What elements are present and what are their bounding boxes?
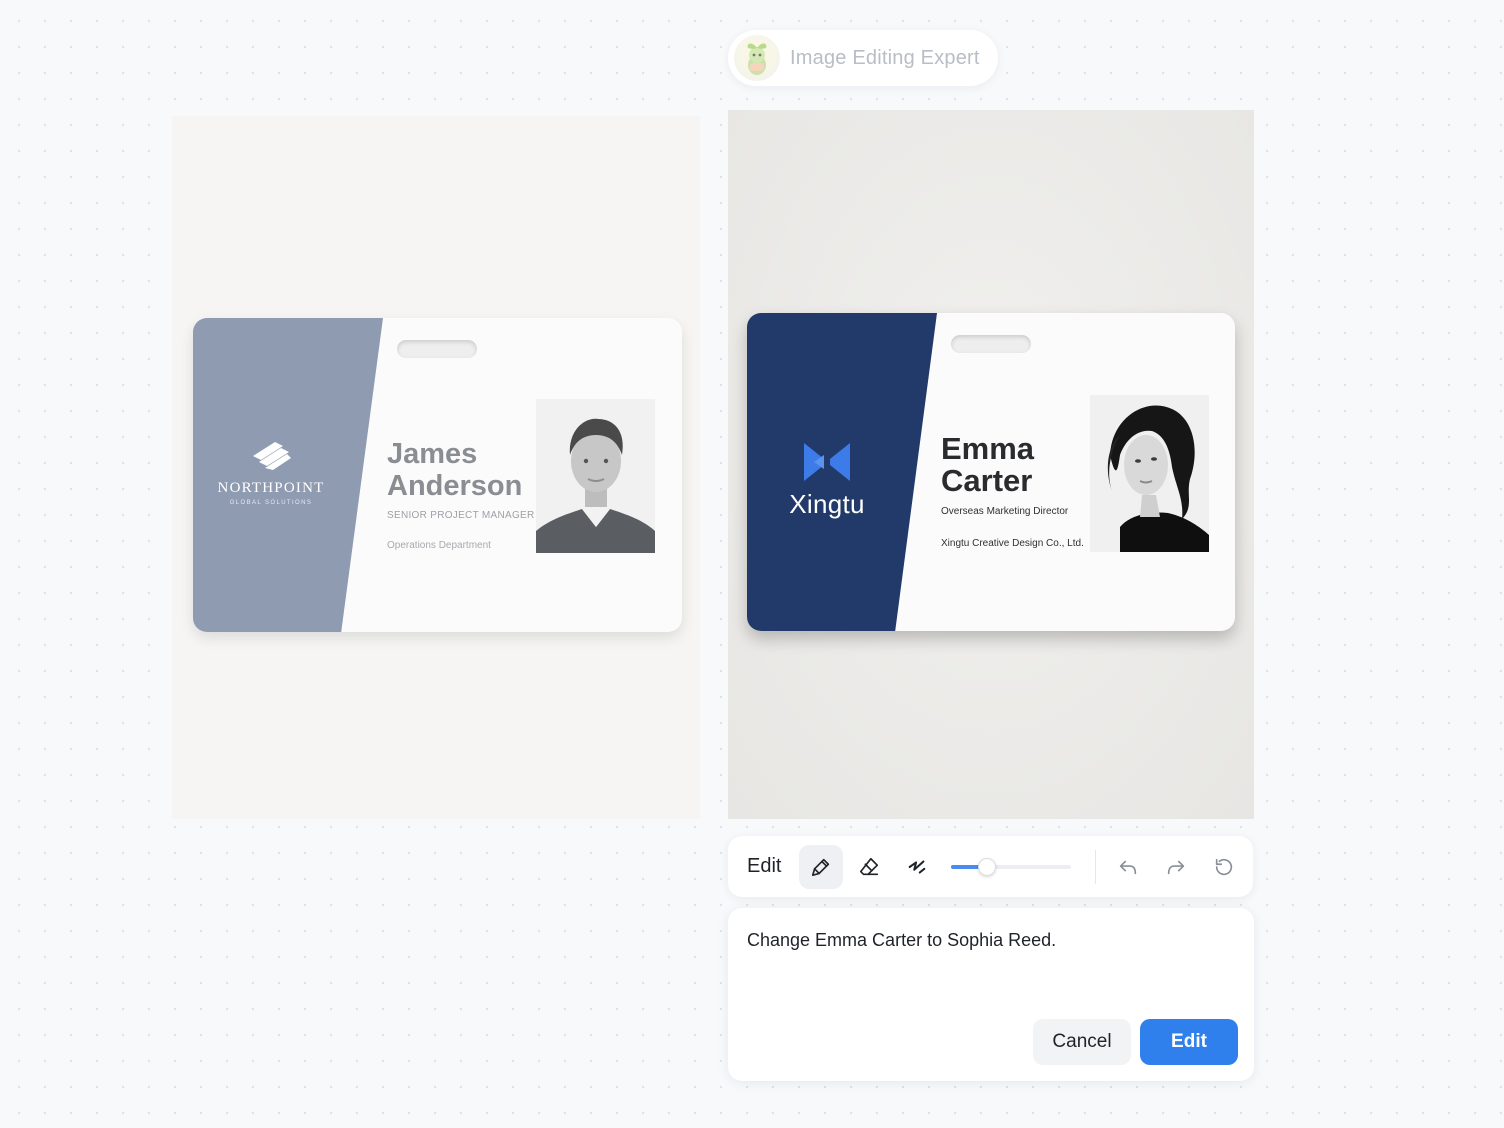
badge-name: Emma Carter — [941, 433, 1034, 497]
original-image-panel: NORTHPOINT GLOBAL SOLUTIONS James Anders… — [172, 116, 700, 819]
toolbar-divider — [1095, 849, 1096, 884]
undo-button[interactable] — [1106, 845, 1150, 889]
original-id-badge: NORTHPOINT GLOBAL SOLUTIONS James Anders… — [193, 318, 682, 632]
last-name: Carter — [941, 463, 1033, 498]
edit-toolbar: Edit — [728, 836, 1253, 897]
eraser-icon — [859, 857, 879, 875]
eraser-button[interactable] — [847, 845, 891, 889]
edit-submit-button[interactable]: Edit — [1140, 1019, 1238, 1065]
edit-prompt-panel: Change Emma Carter to Sophia Reed. Cance… — [728, 908, 1254, 1081]
undo-icon — [1119, 860, 1137, 874]
prompt-input[interactable]: Change Emma Carter to Sophia Reed. — [747, 930, 1056, 951]
stroke-size-button[interactable] — [895, 845, 939, 889]
company-name: NORTHPOINT — [217, 480, 325, 496]
portrait-photo-male — [536, 399, 655, 553]
brush-icon — [811, 858, 830, 876]
edited-image-panel[interactable]: Xingtu Emma Carter Overseas Marketing Di… — [728, 110, 1254, 819]
lanyard-slot — [397, 340, 477, 358]
job-title: Overseas Marketing Director — [941, 506, 1069, 517]
company-tagline: GLOBAL SOLUTIONS — [229, 500, 313, 506]
xingtu-mark-icon — [804, 443, 850, 481]
department: Operations Department — [387, 540, 491, 551]
reset-icon — [1215, 858, 1233, 875]
cancel-button[interactable]: Cancel — [1033, 1019, 1131, 1065]
lanyard-slot — [951, 335, 1031, 353]
toolbar-title: Edit — [747, 855, 782, 877]
xingtu-logo: Xingtu — [777, 441, 877, 520]
first-name: James — [387, 438, 478, 470]
slider-thumb[interactable] — [978, 857, 996, 876]
agent-name: Image Editing Expert — [790, 46, 980, 69]
redo-button[interactable] — [1154, 845, 1198, 889]
brush-button[interactable] — [799, 844, 843, 889]
job-title: SENIOR PROJECT MANAGER — [387, 510, 535, 521]
redo-icon — [1167, 860, 1185, 874]
agent-chip[interactable]: Image Editing Expert — [728, 30, 998, 86]
sprout-mascot-icon — [734, 35, 780, 81]
chevron-stack-icon — [253, 442, 291, 470]
first-name: Emma — [941, 431, 1035, 466]
company-name: Xingtu — [789, 489, 865, 519]
northpoint-logo: NORTHPOINT GLOBAL SOLUTIONS — [213, 438, 329, 506]
brush-size-slider[interactable] — [951, 857, 1071, 877]
department: Xingtu Creative Design Co., Ltd. — [941, 538, 1084, 549]
last-name: Anderson — [387, 470, 523, 502]
portrait-photo-female — [1090, 395, 1209, 552]
edited-id-badge: Xingtu Emma Carter Overseas Marketing Di… — [747, 313, 1235, 631]
badge-name: James Anderson — [387, 438, 522, 502]
stroke-size-icon — [908, 859, 926, 874]
reset-button[interactable] — [1202, 845, 1246, 889]
